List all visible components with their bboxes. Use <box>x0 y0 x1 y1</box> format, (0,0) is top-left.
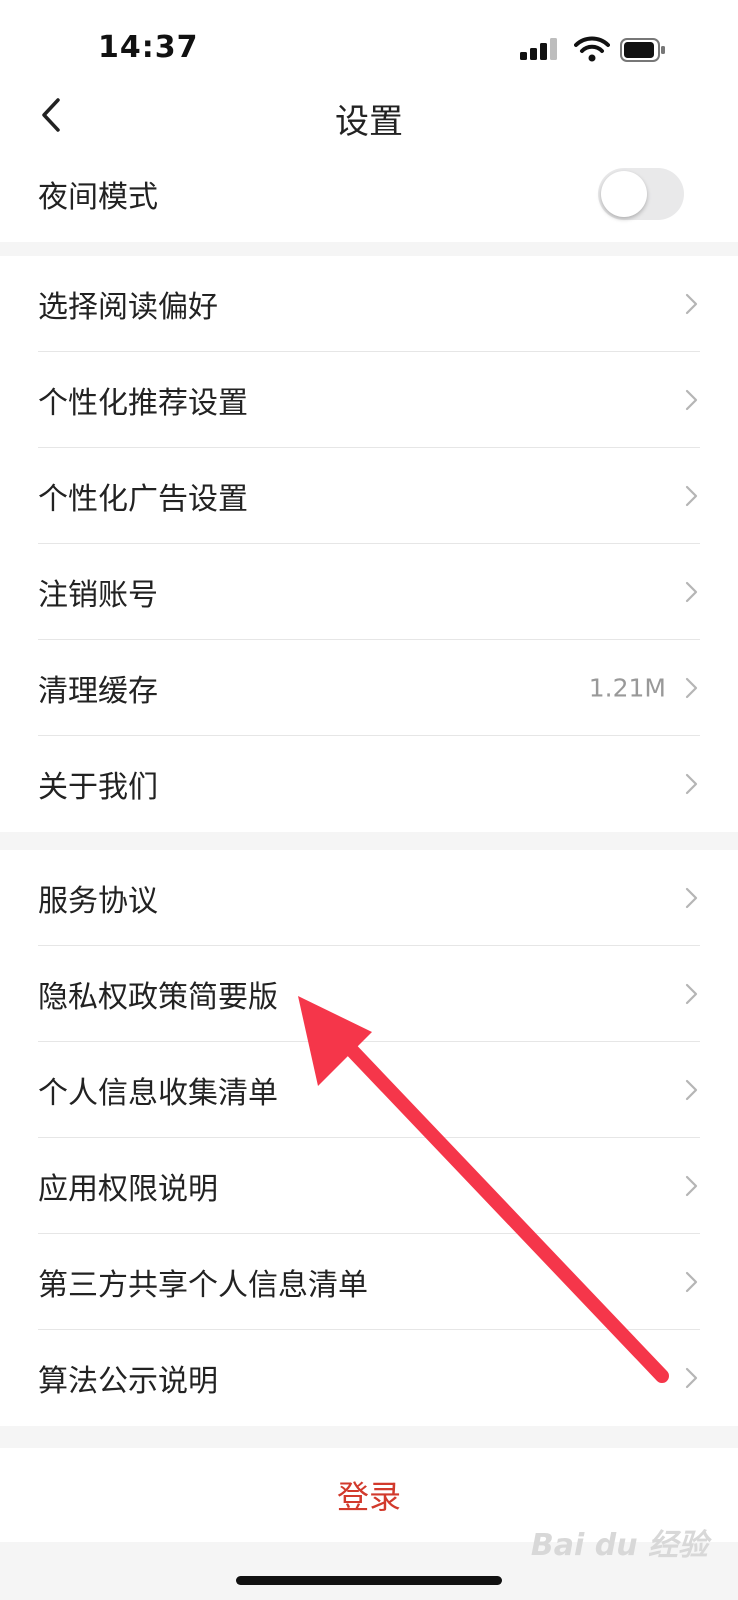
chevron-right-icon <box>685 983 698 1005</box>
settings-row-about-us[interactable]: 关于我们 <box>0 736 738 832</box>
row-label: 关于我们 <box>38 770 158 805</box>
row-label: 注销账号 <box>38 578 158 613</box>
row-label: 个人信息收集清单 <box>38 1076 278 1111</box>
row-label: 服务协议 <box>38 884 158 919</box>
chevron-right-icon <box>685 581 698 603</box>
night-mode-row: 夜间模式 <box>0 146 738 242</box>
settings-row-personalized-ads[interactable]: 个性化广告设置 <box>0 448 738 544</box>
row-label: 算法公示说明 <box>38 1364 218 1399</box>
chevron-right-icon <box>685 1271 698 1293</box>
night-mode-group: 夜间模式 <box>0 146 738 242</box>
toggle-knob <box>601 171 647 217</box>
settings-row-personalized-recommendation[interactable]: 个性化推荐设置 <box>0 352 738 448</box>
battery-icon <box>620 38 665 62</box>
login-label: 登录 <box>336 1478 401 1516</box>
status-bar: 14:37 <box>0 0 738 90</box>
night-mode-toggle[interactable] <box>598 168 684 220</box>
chevron-right-icon <box>685 677 698 699</box>
chevron-right-icon <box>685 887 698 909</box>
settings-row-personal-info-list[interactable]: 个人信息收集清单 <box>0 1042 738 1138</box>
home-indicator[interactable] <box>236 1576 502 1585</box>
baidu-jingyan-watermark: Bai du 经验 <box>530 1528 708 1563</box>
row-label: 隐私权政策简要版 <box>38 980 278 1015</box>
chevron-right-icon <box>685 1367 698 1389</box>
row-label: 个性化推荐设置 <box>38 386 248 421</box>
chevron-right-icon <box>685 773 698 795</box>
row-label: 第三方共享个人信息清单 <box>38 1268 368 1303</box>
settings-group-legal: 服务协议 隐私权政策简要版 个人信息收集清单 应用权限说明 第三方共享个人信息清… <box>0 850 738 1426</box>
settings-row-reading-preference[interactable]: 选择阅读偏好 <box>0 256 738 352</box>
settings-row-third-party-sharing[interactable]: 第三方共享个人信息清单 <box>0 1234 738 1330</box>
settings-group-general: 选择阅读偏好 个性化推荐设置 个性化广告设置 注销账号 清理缓存 1.21M 关… <box>0 256 738 832</box>
settings-row-service-agreement[interactable]: 服务协议 <box>0 850 738 946</box>
row-label: 应用权限说明 <box>38 1172 218 1207</box>
chevron-right-icon <box>685 485 698 507</box>
row-label: 选择阅读偏好 <box>38 290 218 325</box>
settings-row-algorithm-disclosure[interactable]: 算法公示说明 <box>0 1330 738 1426</box>
row-label: 个性化广告设置 <box>38 482 248 517</box>
settings-row-clear-cache[interactable]: 清理缓存 1.21M <box>0 640 738 736</box>
nav-bar: 设置 <box>0 80 738 154</box>
cache-size-value: 1.21M <box>588 673 666 703</box>
chevron-right-icon <box>685 389 698 411</box>
wifi-icon <box>574 36 610 62</box>
night-mode-label: 夜间模式 <box>38 180 158 215</box>
row-label: 清理缓存 <box>38 674 158 709</box>
status-time: 14:37 <box>98 30 199 65</box>
settings-row-privacy-policy-summary[interactable]: 隐私权政策简要版 <box>0 946 738 1042</box>
chevron-right-icon <box>685 293 698 315</box>
cellular-signal-icon <box>520 38 557 60</box>
settings-row-deactivate-account[interactable]: 注销账号 <box>0 544 738 640</box>
chevron-right-icon <box>685 1175 698 1197</box>
chevron-right-icon <box>685 1079 698 1101</box>
page-title: 设置 <box>335 102 403 142</box>
settings-row-app-permissions[interactable]: 应用权限说明 <box>0 1138 738 1234</box>
